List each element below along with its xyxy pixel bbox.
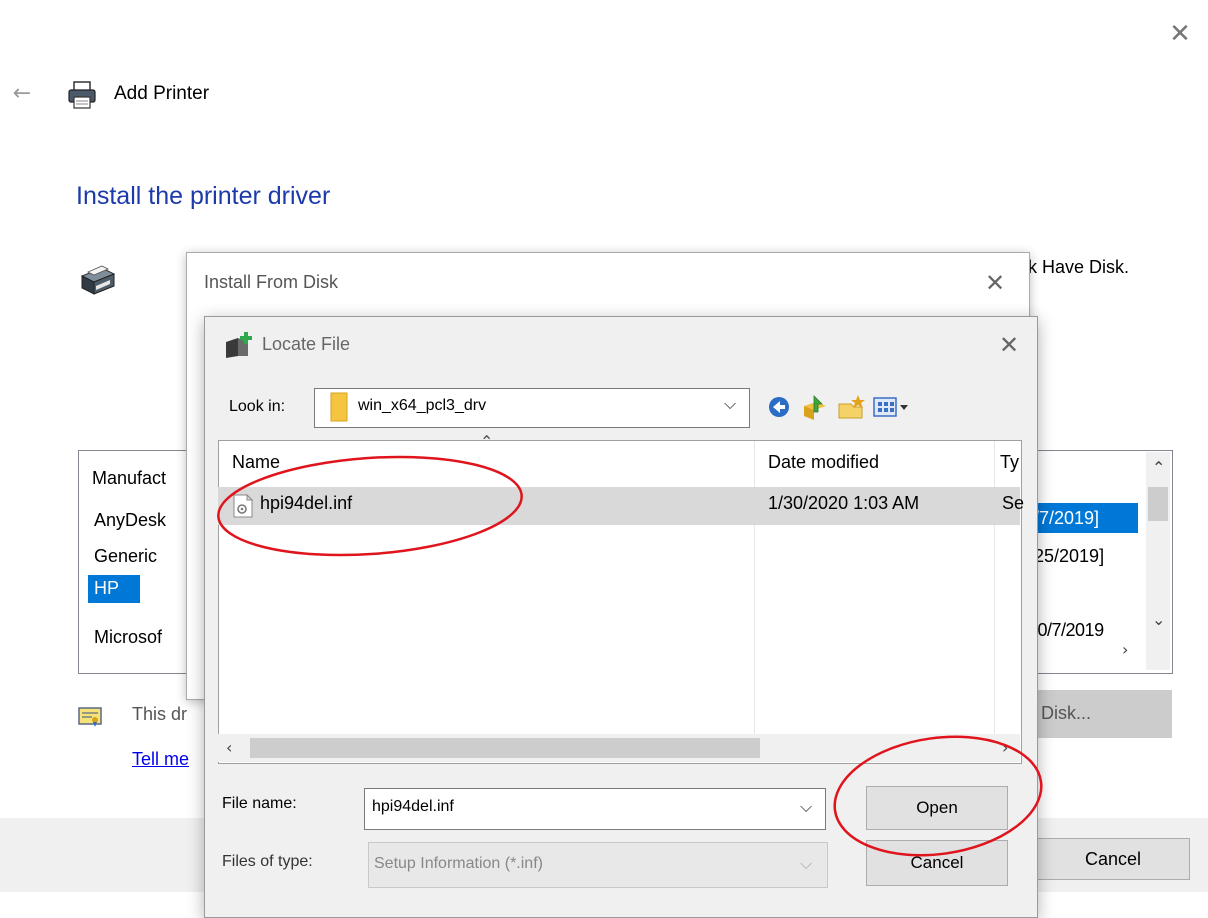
dialog-title: Locate File (262, 334, 351, 354)
list-item: 25/2019] (1034, 546, 1105, 566)
column-header-name[interactable]: Name (232, 452, 280, 473)
list-item[interactable]: AnyDesk (94, 510, 166, 531)
cancel-button[interactable]: Cancel (1036, 838, 1190, 880)
scroll-up-icon[interactable]: ⌃ (1152, 458, 1165, 477)
column-header-type[interactable]: Ty (1000, 452, 1019, 473)
close-icon[interactable]: ✕ (994, 330, 1024, 360)
dialog-title: Install From Disk (204, 272, 339, 292)
files-of-type-value: Setup Information (*.inf) (374, 855, 543, 872)
inf-file-icon (233, 494, 254, 518)
chevron-down-icon[interactable]: ⌵ (724, 394, 736, 414)
up-folder-icon[interactable] (800, 392, 830, 422)
file-date-cell: 1/30/2020 1:03 AM (768, 493, 920, 513)
wizard-title: Add Printer (114, 83, 210, 104)
chevron-down-icon[interactable]: ⌵ (800, 797, 812, 817)
look-in-label: Look in: (229, 398, 286, 415)
instruction-text: k Have Disk. (1028, 257, 1130, 277)
certificate-icon (78, 707, 102, 727)
scroll-right-icon[interactable]: › (1002, 738, 1008, 757)
scroll-left-icon[interactable]: ‹ (226, 738, 232, 757)
scroll-down-icon[interactable]: ⌄ (1152, 610, 1165, 629)
close-icon[interactable]: ✕ (1166, 20, 1194, 48)
have-disk-button[interactable]: e Disk... (1020, 690, 1172, 738)
open-button[interactable]: Open (866, 786, 1008, 830)
signed-driver-text: This dr (132, 704, 188, 724)
list-item: 10/7/2019 (1028, 620, 1104, 640)
list-item[interactable]: Generic (94, 546, 157, 567)
page-title: Install the printer driver (76, 182, 331, 210)
back-arrow-icon[interactable]: ← (8, 80, 36, 108)
locate-file-icon (226, 332, 252, 358)
tell-me-link[interactable]: Tell me (132, 749, 189, 770)
file-name-cell: hpi94del.inf (260, 493, 353, 513)
chevron-down-icon: ⌵ (800, 854, 813, 873)
close-icon[interactable]: ✕ (980, 268, 1010, 298)
list-item-selected[interactable]: HP (88, 575, 140, 603)
scrollbar-thumb[interactable] (250, 738, 760, 758)
files-of-type-label: Files of type: (222, 853, 313, 870)
sort-ascending-icon: ⌃ (480, 432, 494, 451)
printer-icon (68, 81, 96, 109)
folder-icon (330, 392, 348, 422)
scrollbar-thumb[interactable] (1148, 487, 1168, 521)
column-header-date-modified[interactable]: Date modified (768, 452, 879, 473)
printer-icon (80, 265, 116, 295)
new-folder-icon[interactable] (836, 392, 866, 422)
manufacturer-column-header[interactable]: Manufact (92, 468, 166, 489)
vertical-scrollbar[interactable] (1146, 452, 1170, 670)
scroll-right-icon[interactable]: › (1122, 640, 1128, 659)
cancel-button[interactable]: Cancel (866, 840, 1008, 886)
list-item: /7/2019] (1034, 508, 1100, 528)
back-nav-icon[interactable] (764, 392, 794, 422)
list-item[interactable]: Microsof (94, 627, 162, 648)
file-name-label: File name: (222, 795, 297, 812)
look-in-value: win_x64_pcl3_drv (358, 397, 487, 414)
file-name-value: hpi94del.inf (372, 798, 454, 815)
file-type-cell: Se (1002, 493, 1025, 513)
view-menu-icon[interactable] (872, 392, 910, 422)
